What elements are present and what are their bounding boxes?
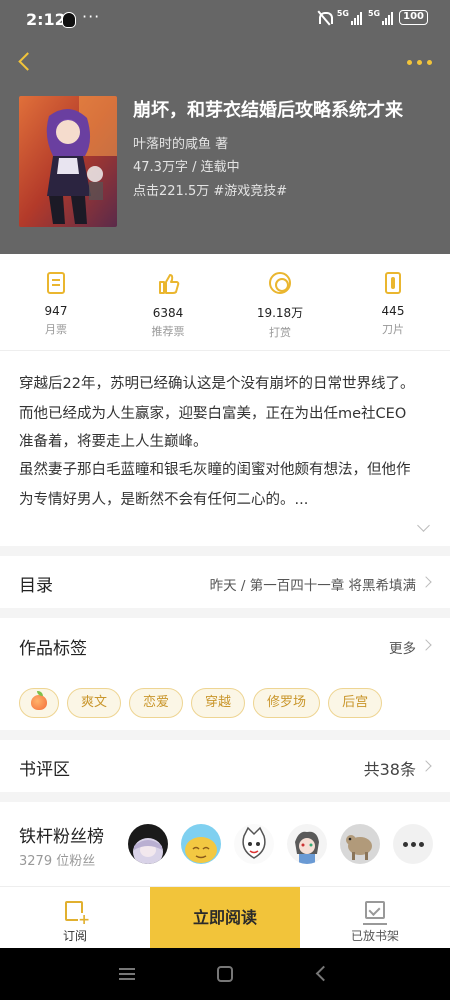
stat-recommend-ticket[interactable]: 6384 推荐票 — [118, 272, 218, 339]
more-notifications-indicator: ··· — [82, 7, 101, 26]
tags-more-link[interactable]: 更多 — [389, 637, 416, 657]
avatar[interactable] — [234, 824, 274, 864]
stat-value: 19.18万 — [256, 306, 304, 320]
chevron-right-icon[interactable] — [420, 639, 432, 651]
bookshelf-check-icon — [363, 901, 387, 925]
fans-count: 3279 位粉丝 — [19, 854, 96, 869]
bookshelf-button[interactable]: 已放书架 — [300, 887, 450, 949]
stat-value: 445 — [381, 304, 405, 318]
read-now-button[interactable]: 立即阅读 — [150, 887, 300, 949]
thumbs-up-icon — [157, 272, 180, 296]
tags-title: 作品标签 — [19, 639, 87, 659]
mute-bell-icon — [317, 10, 333, 25]
tag-list: 爽文 恋爱 穿越 修罗场 后宫 — [19, 688, 383, 718]
bottom-action-bar: 订阅 立即阅读 已放书架 — [0, 886, 450, 949]
stat-value: 947 — [44, 304, 68, 318]
signal-2-icon — [382, 11, 394, 25]
signal-1-icon — [350, 11, 362, 25]
home-icon[interactable] — [217, 966, 233, 982]
tag-item[interactable]: 后宫 — [328, 688, 383, 718]
battery-indicator: 100 — [399, 10, 428, 25]
stat-value: 6384 — [152, 306, 184, 320]
coin-icon — [269, 272, 291, 294]
subscribe-label: 订阅 — [62, 929, 87, 943]
tag-item[interactable]: 爽文 — [67, 688, 122, 718]
tag-peach[interactable] — [19, 688, 59, 718]
reviews-count: 共38条 — [363, 760, 416, 779]
tag-item[interactable]: 恋爱 — [129, 688, 184, 718]
book-header: 崩坏，和芽衣结婚后攻略系统才来 叶落时的咸鱼 著 47.3万字 / 连载中 点击… — [0, 40, 450, 254]
synopsis-line: 准备着，将要走上人生巅峰。 — [19, 434, 208, 450]
chevron-right-icon — [420, 576, 432, 588]
table-of-contents-row[interactable]: 目录 昨天 / 第一百四十一章 将黑希填满 — [0, 556, 450, 608]
latest-chapter: 昨天 / 第一百四十一章 将黑希填满 — [209, 578, 416, 594]
subscribe-button[interactable]: 订阅 — [0, 887, 150, 949]
back-icon[interactable] — [315, 965, 332, 982]
stat-blade[interactable]: 445 刀片 — [343, 272, 443, 337]
reviews-row[interactable]: 书评区 共38条 — [0, 740, 450, 792]
bookshelf-label: 已放书架 — [350, 929, 399, 943]
clock: 2:12 — [26, 10, 66, 29]
synopsis-line: 为专情好男人，是断然不会有任何二心的。... — [19, 492, 309, 508]
subscribe-icon — [65, 901, 90, 927]
stat-label: 推荐票 — [151, 325, 185, 338]
book-stats: 947 月票 6384 推荐票 19.18万 打赏 445 刀片 — [0, 254, 450, 350]
qq-notification-icon — [62, 12, 76, 28]
fans-title: 铁杆粉丝榜 — [19, 827, 104, 847]
recent-apps-icon[interactable] — [119, 968, 135, 980]
fan-avatar-list — [128, 824, 433, 864]
avatar[interactable] — [287, 824, 327, 864]
toc-title: 目录 — [19, 576, 53, 596]
book-author[interactable]: 叶落时的咸鱼 著 — [133, 133, 228, 152]
expand-chevron-down-icon[interactable] — [417, 519, 430, 532]
signal-label-1: 5G — [336, 8, 349, 18]
book-synopsis[interactable]: 穿越后22年，苏明已经确认这是个没有崩坏的日常世界线了。 而他已经成为人生赢家，… — [0, 350, 450, 546]
reviews-title: 书评区 — [19, 760, 70, 780]
synopsis-line: 而他已经成为人生赢家，迎娶白富美，正在为出任me社CEO — [19, 406, 407, 422]
avatar[interactable] — [128, 824, 168, 864]
book-title: 崩坏，和芽衣结婚后攻略系统才来 — [133, 100, 403, 121]
stat-label: 刀片 — [382, 323, 404, 336]
chevron-right-icon — [420, 760, 432, 772]
stat-label: 打赏 — [269, 326, 291, 339]
avatar[interactable] — [181, 824, 221, 864]
blade-icon — [385, 272, 401, 294]
more-options-icon[interactable] — [407, 60, 432, 65]
more-fans-button[interactable] — [393, 824, 433, 864]
tag-item[interactable]: 穿越 — [191, 688, 246, 718]
stat-tip[interactable]: 19.18万 打赏 — [230, 272, 330, 340]
avatar[interactable] — [340, 824, 380, 864]
synopsis-line: 虽然妻子那白毛蓝瞳和银毛灰瞳的闺蜜对他颇有想法，但他作 — [19, 462, 411, 478]
tag-item[interactable]: 修罗场 — [253, 688, 321, 718]
stat-monthly-ticket[interactable]: 947 月票 — [6, 272, 106, 337]
book-clicks-genre: 点击221.5万 #游戏竞技# — [133, 184, 288, 199]
book-word-count-status: 47.3万字 / 连载中 — [133, 160, 240, 175]
peach-icon — [31, 691, 47, 710]
monthly-ticket-icon — [47, 272, 65, 294]
synopsis-line: 穿越后22年，苏明已经确认这是个没有崩坏的日常世界线了。 — [19, 376, 415, 392]
system-nav-bar — [0, 948, 450, 1000]
book-cover[interactable] — [19, 96, 117, 227]
stat-label: 月票 — [45, 323, 67, 336]
status-bar: 2:12 ··· 5G 5G 100 — [0, 0, 450, 40]
back-arrow-icon[interactable] — [16, 52, 36, 72]
signal-label-2: 5G — [367, 8, 381, 18]
